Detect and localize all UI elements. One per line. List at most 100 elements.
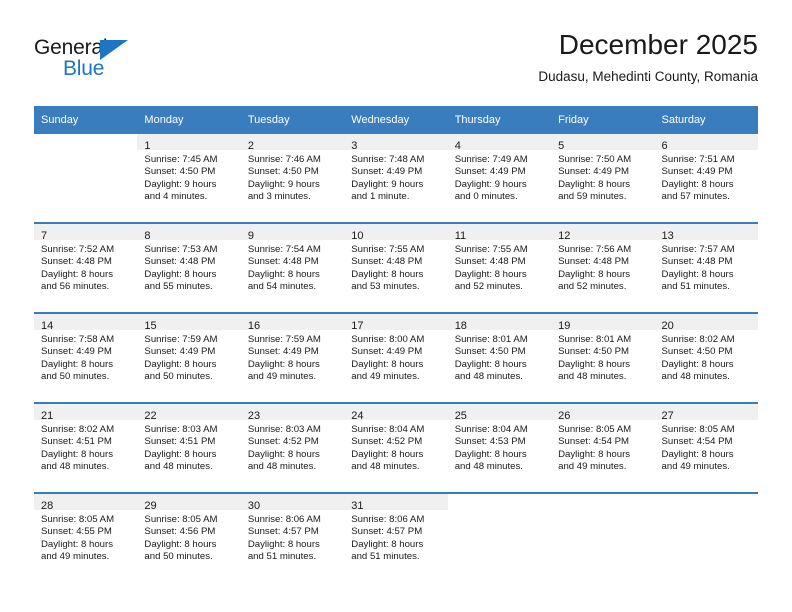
day-number: 4 <box>454 140 461 152</box>
daylight-line-2: and 48 minutes. <box>661 371 730 383</box>
day-cell[interactable]: 20 Sunrise: 8:02 AM Sunset: 4:50 PM Dayligh… <box>654 314 758 402</box>
sunrise-line: Sunrise: 8:06 AM <box>351 514 425 525</box>
daylight-line-1: Daylight: 9 hours <box>454 178 527 190</box>
day-cell[interactable]: 10 Sunrise: 7:55 AM Sunset: 4:48 PM Dayligh… <box>344 224 448 312</box>
daylight-line-2: and 59 minutes. <box>558 191 627 203</box>
day-cell[interactable]: 24 Sunrise: 8:04 AM Sunset: 4:52 PM Dayligh… <box>344 404 448 492</box>
day-cell[interactable]: 26 Sunrise: 8:05 AM Sunset: 4:54 PM Dayligh… <box>551 404 655 492</box>
daylight-line-2: and 52 minutes. <box>558 281 627 293</box>
sunrise-line: Sunrise: 8:05 AM <box>41 514 115 525</box>
page-subtitle: Dudasu, Mehedinti County, Romania <box>538 69 758 84</box>
sunrise-line: Sunrise: 7:57 AM <box>661 244 735 255</box>
day-number-band: 16 <box>240 314 345 332</box>
day-cell[interactable]: 4 Sunrise: 7:49 AM Sunset: 4:49 PM Daylight… <box>447 134 552 222</box>
daylight-line-2: and 49 minutes. <box>661 461 730 473</box>
daylight-line-1: Daylight: 8 hours <box>454 448 527 460</box>
day-cell[interactable]: 18 Sunrise: 8:01 AM Sunset: 4:50 PM Dayligh… <box>447 314 552 402</box>
daylight-line-2: and 1 minute. <box>351 191 410 203</box>
day-number-band: 28 <box>34 494 138 512</box>
calendar-cell: 21 Sunrise: 8:02 AM Sunset: 4:51 PM Dayligh… <box>34 402 138 493</box>
day-number-band: 22 <box>137 404 241 422</box>
sunset-line: Sunset: 4:52 PM <box>351 436 423 448</box>
daylight-line-1: Daylight: 8 hours <box>661 358 734 370</box>
calendar-page: General Blue December 2025 Dudasu, Mehed… <box>0 0 792 612</box>
day-cell[interactable]: 17 Sunrise: 8:00 AM Sunset: 4:49 PM Dayligh… <box>344 314 448 402</box>
day-cell[interactable]: 5 Sunrise: 7:50 AM Sunset: 4:49 PM Daylight… <box>551 134 655 222</box>
day-number: 25 <box>454 410 467 422</box>
day-cell[interactable]: 9 Sunrise: 7:54 AM Sunset: 4:48 PM Daylight… <box>240 224 345 312</box>
day-cell[interactable]: 16 Sunrise: 7:59 AM Sunset: 4:49 PM Dayligh… <box>240 314 345 402</box>
day-cell[interactable]: 12 Sunrise: 7:56 AM Sunset: 4:48 PM Dayligh… <box>551 224 655 312</box>
day-cell-empty <box>447 494 552 582</box>
day-cell[interactable]: 11 Sunrise: 7:55 AM Sunset: 4:48 PM Dayligh… <box>447 224 552 312</box>
calendar-week-row: 14 Sunrise: 7:58 AM Sunset: 4:49 PM Dayligh… <box>34 312 758 403</box>
day-sun-info: Sunrise: 7:45 AM Sunset: 4:50 PM Daylight:… <box>137 150 240 204</box>
sunrise-line: Sunrise: 8:00 AM <box>351 334 425 345</box>
day-cell[interactable]: 23 Sunrise: 8:03 AM Sunset: 4:52 PM Dayligh… <box>240 404 345 492</box>
sunset-line: Sunset: 4:48 PM <box>454 256 526 268</box>
calendar-cell: 29 Sunrise: 8:05 AM Sunset: 4:56 PM Dayligh… <box>137 492 241 582</box>
weekday-header-thursday: Thursday <box>447 106 552 134</box>
calendar-cell: 3 Sunrise: 7:48 AM Sunset: 4:49 PM Daylight… <box>344 134 448 223</box>
day-cell[interactable]: 28 Sunrise: 8:05 AM Sunset: 4:55 PM Dayligh… <box>34 494 138 582</box>
day-cell[interactable]: 21 Sunrise: 8:02 AM Sunset: 4:51 PM Dayligh… <box>34 404 138 492</box>
day-number: 13 <box>661 230 674 242</box>
day-number-band: 20 <box>654 314 758 332</box>
daylight-line-1: Daylight: 8 hours <box>41 448 113 460</box>
day-cell[interactable]: 13 Sunrise: 7:57 AM Sunset: 4:48 PM Dayligh… <box>654 224 758 312</box>
daylight-line-1: Daylight: 8 hours <box>144 538 217 550</box>
day-sun-info: Sunrise: 8:03 AM Sunset: 4:51 PM Daylight:… <box>137 420 240 474</box>
daylight-line-1: Daylight: 9 hours <box>247 178 320 190</box>
daylight-line-2: and 48 minutes. <box>41 461 110 473</box>
daylight-line-2: and 54 minutes. <box>247 281 317 293</box>
day-cell[interactable]: 22 Sunrise: 8:03 AM Sunset: 4:51 PM Dayligh… <box>137 404 241 492</box>
sunrise-line: Sunrise: 7:55 AM <box>351 244 425 255</box>
calendar-cell: 11 Sunrise: 7:55 AM Sunset: 4:48 PM Dayligh… <box>447 222 552 313</box>
day-cell[interactable]: 15 Sunrise: 7:59 AM Sunset: 4:49 PM Dayligh… <box>137 314 241 402</box>
daylight-line-1: Daylight: 8 hours <box>144 358 217 370</box>
day-cell[interactable]: 8 Sunrise: 7:53 AM Sunset: 4:48 PM Daylight… <box>137 224 241 312</box>
day-cell[interactable]: 7 Sunrise: 7:52 AM Sunset: 4:48 PM Daylight… <box>34 224 138 312</box>
day-cell[interactable]: 6 Sunrise: 7:51 AM Sunset: 4:49 PM Daylight… <box>654 134 758 222</box>
calendar-cell <box>551 492 655 582</box>
calendar-cell: 23 Sunrise: 8:03 AM Sunset: 4:52 PM Dayligh… <box>240 402 345 493</box>
generalblue-logo: General Blue <box>34 36 174 84</box>
day-number: 10 <box>351 230 364 242</box>
day-sun-info: Sunrise: 7:58 AM Sunset: 4:49 PM Daylight:… <box>34 330 137 384</box>
sunset-line: Sunset: 4:49 PM <box>247 346 319 358</box>
sunrise-line: Sunrise: 8:05 AM <box>661 424 735 435</box>
weekday-header-friday: Friday <box>551 106 655 134</box>
daylight-line-1: Daylight: 8 hours <box>247 538 320 550</box>
day-cell[interactable]: 30 Sunrise: 8:06 AM Sunset: 4:57 PM Dayligh… <box>240 494 345 582</box>
calendar-cell: 15 Sunrise: 7:59 AM Sunset: 4:49 PM Dayligh… <box>137 312 241 403</box>
day-sun-info: Sunrise: 7:59 AM Sunset: 4:49 PM Daylight:… <box>241 330 344 384</box>
calendar-cell: 13 Sunrise: 7:57 AM Sunset: 4:48 PM Dayligh… <box>654 222 758 313</box>
sunrise-line: Sunrise: 8:05 AM <box>144 514 218 525</box>
day-cell[interactable]: 29 Sunrise: 8:05 AM Sunset: 4:56 PM Dayligh… <box>137 494 241 582</box>
day-cell[interactable]: 1 Sunrise: 7:45 AM Sunset: 4:50 PM Daylight… <box>137 134 241 222</box>
day-cell[interactable]: 19 Sunrise: 8:01 AM Sunset: 4:50 PM Dayligh… <box>551 314 655 402</box>
sunset-line: Sunset: 4:56 PM <box>144 526 216 538</box>
logo-blue-text: Blue <box>63 57 105 80</box>
day-cell[interactable]: 14 Sunrise: 7:58 AM Sunset: 4:49 PM Dayligh… <box>34 314 138 402</box>
calendar-cell: 6 Sunrise: 7:51 AM Sunset: 4:49 PM Daylight… <box>654 134 758 223</box>
daylight-line-2: and 49 minutes. <box>558 461 627 473</box>
calendar-cell: 24 Sunrise: 8:04 AM Sunset: 4:52 PM Dayligh… <box>344 402 448 493</box>
day-number: 17 <box>351 320 364 332</box>
day-number-band: 5 <box>551 134 655 152</box>
day-cell[interactable]: 25 Sunrise: 8:04 AM Sunset: 4:53 PM Dayligh… <box>447 404 552 492</box>
calendar-week-row: 21 Sunrise: 8:02 AM Sunset: 4:51 PM Dayligh… <box>34 402 758 493</box>
day-cell[interactable]: 3 Sunrise: 7:48 AM Sunset: 4:49 PM Daylight… <box>344 134 448 222</box>
daylight-line-2: and 57 minutes. <box>661 191 730 203</box>
calendar-cell <box>447 492 552 582</box>
day-sun-info: Sunrise: 7:57 AM Sunset: 4:48 PM Daylight:… <box>655 240 758 294</box>
sunset-line: Sunset: 4:48 PM <box>144 256 216 268</box>
day-sun-info: Sunrise: 7:55 AM Sunset: 4:48 PM Daylight:… <box>448 240 551 294</box>
day-number: 21 <box>41 410 54 422</box>
day-number: 3 <box>351 140 358 152</box>
calendar-cell: 31 Sunrise: 8:06 AM Sunset: 4:57 PM Dayligh… <box>344 492 448 582</box>
day-cell[interactable]: 2 Sunrise: 7:46 AM Sunset: 4:50 PM Daylight… <box>240 134 345 222</box>
day-cell[interactable]: 31 Sunrise: 8:06 AM Sunset: 4:57 PM Dayligh… <box>344 494 448 582</box>
day-cell[interactable]: 27 Sunrise: 8:05 AM Sunset: 4:54 PM Dayligh… <box>654 404 758 492</box>
day-number: 15 <box>144 320 157 332</box>
